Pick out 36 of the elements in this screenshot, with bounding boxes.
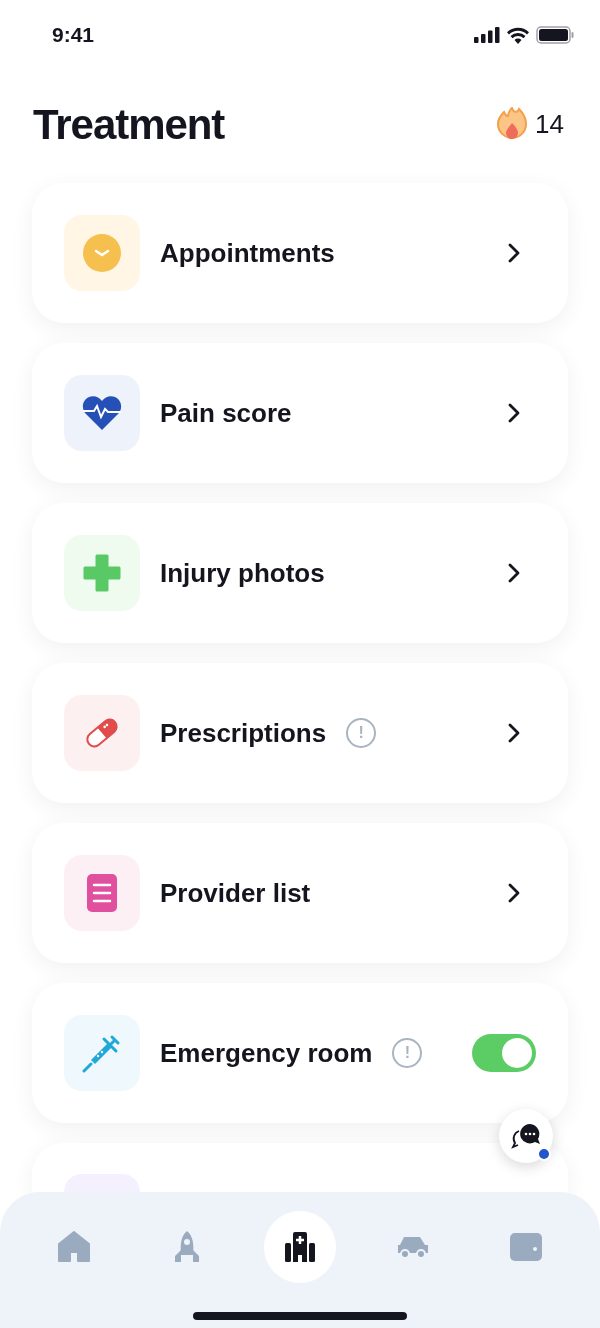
status-time: 9:41 [52,22,95,49]
item-label: Appointments [160,236,335,270]
menu-card[interactable]: Pain score [32,343,568,483]
chat-icon [511,1123,541,1149]
plus-icon [83,554,121,592]
chevron-right-icon [508,883,520,903]
syringe-icon [82,1033,122,1073]
heartbeat-icon [82,395,122,431]
page-title: Treatment [33,99,225,150]
hospital-icon [284,1231,316,1263]
car-icon [395,1235,430,1259]
menu-card[interactable]: Emergency room ! [32,983,568,1123]
menu-card[interactable]: Appointments [32,183,568,323]
item-label: Prescriptions [160,716,327,750]
wifi-icon [506,26,530,44]
streak-count: 14 [535,107,564,141]
chevron-right-icon [508,723,520,743]
chevron-right-icon [508,563,520,583]
menu-card[interactable]: Provider list [32,823,568,963]
menu-card[interactable]: Prescriptions ! [32,663,568,803]
document-icon [87,874,117,912]
battery-icon [536,26,574,44]
menu-card[interactable]: Injury photos [32,503,568,643]
flame-icon [497,107,528,141]
item-label: Pain score [160,396,292,430]
item-label: Emergency room [160,1036,373,1070]
rocket-icon [173,1230,202,1264]
chevron-right-icon [508,243,520,263]
signal-icon [474,27,500,43]
toggle-switch[interactable] [472,1034,536,1072]
home-icon [57,1231,92,1263]
chevron-right-icon [508,403,520,423]
wallet-icon [508,1232,543,1262]
item-label: Provider list [160,876,311,910]
item-label: Injury photos [160,556,325,590]
clock-icon [83,234,121,272]
